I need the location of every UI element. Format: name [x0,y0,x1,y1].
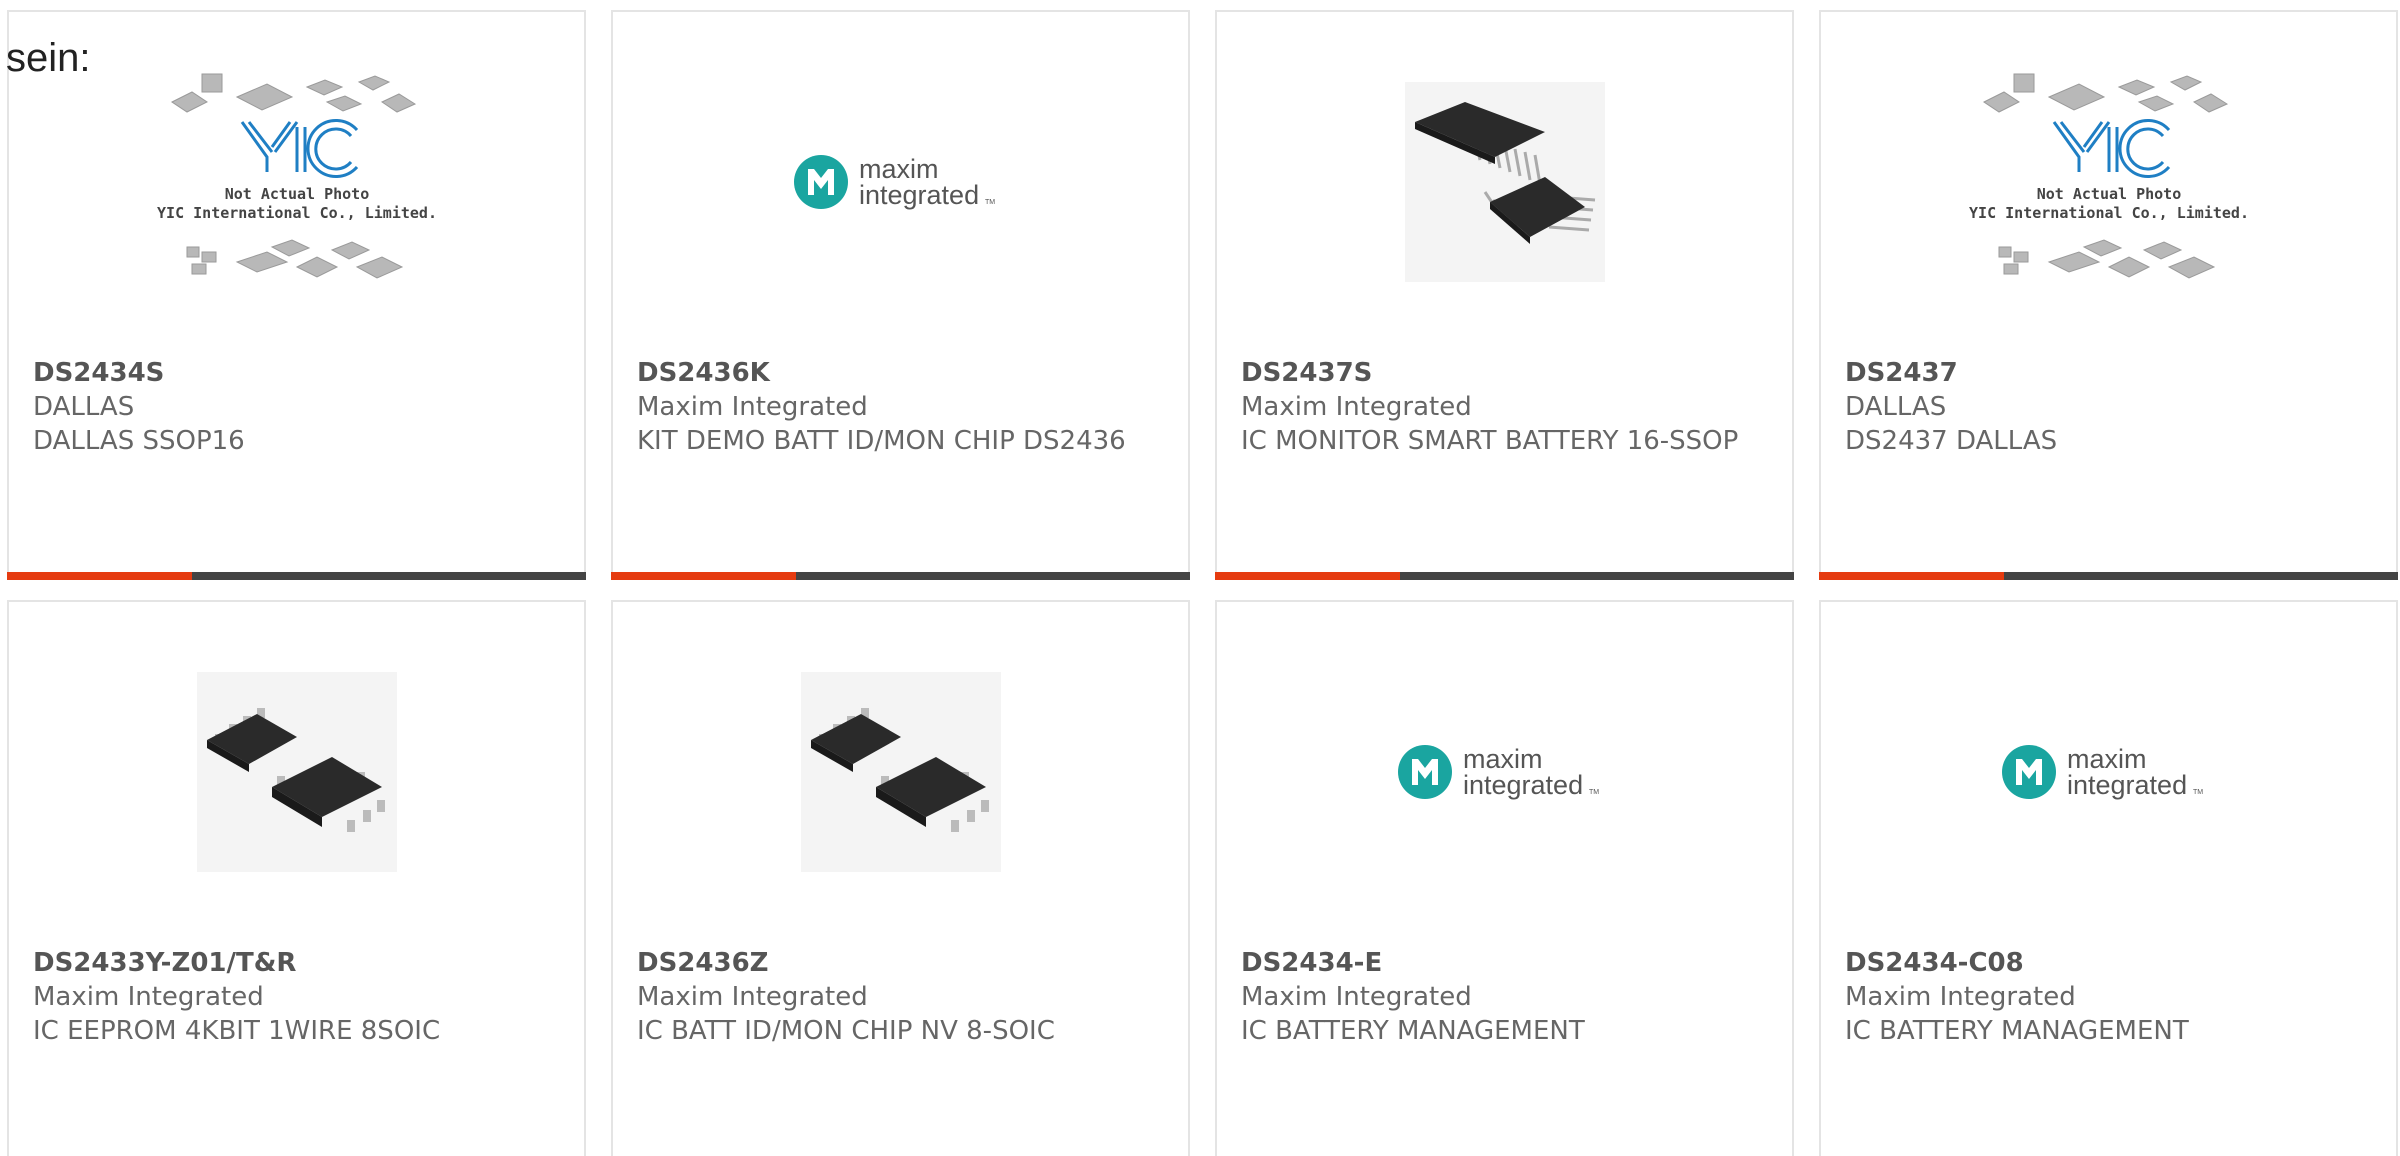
yic-placeholder-icon: Not Actual Photo YIC International Co., … [1969,73,2249,279]
part-number[interactable]: DS2434-C08 [1845,946,2376,980]
product-card[interactable]: DS2433Y-Z01/T&R Maxim Integrated IC EEPR… [7,600,586,1156]
product-image [9,602,584,942]
product-image: Not Actual Photo YIC International Co., … [1821,12,2396,352]
part-number[interactable]: DS2436K [637,356,1168,390]
yic-placeholder-icon: Not Actual Photo YIC International Co., … [157,73,437,279]
part-number[interactable]: DS2433Y-Z01/T&R [33,946,564,980]
part-number[interactable]: DS2434-E [1241,946,1772,980]
product-image: maxim integrated TM [1821,602,2396,942]
product-card[interactable]: maxim integrated TM DS2434-E Maxim Integ… [1215,600,1794,1156]
description: IC MONITOR SMART BATTERY 16-SSOP [1241,426,1739,456]
lead-text: sein: [6,36,91,80]
progress-fill [7,572,193,580]
manufacturer: Maxim Integrated [1241,392,1472,422]
progress-fill [1819,572,2005,580]
part-number[interactable]: DS2437 [1845,356,2376,390]
soic8-chip-icon [800,672,1001,872]
description: IC BATTERY MANAGEMENT [1845,1016,2189,1046]
soic8-chip-icon [196,672,397,872]
description: IC BATT ID/MON CHIP NV 8-SOIC [637,1016,1055,1046]
svg-text:integrated: integrated [859,180,979,210]
manufacturer: Maxim Integrated [33,982,264,1012]
progress-bar [7,572,586,580]
manufacturer: Maxim Integrated [637,392,868,422]
part-number[interactable]: DS2434S [33,356,564,390]
description: DALLAS SSOP16 [33,426,245,456]
maxim-logo-icon: maxim integrated TM [793,154,995,210]
part-number[interactable]: DS2436Z [637,946,1168,980]
progress-fill [1215,572,1401,580]
progress-bar [611,572,1190,580]
svg-text:integrated: integrated [2067,770,2187,800]
description: DS2437 DALLAS [1845,426,2058,456]
ssop-chip-icon [1404,82,1605,282]
product-card[interactable]: maxim integrated TM DS2434-C08 Maxim Int… [1819,600,2398,1156]
svg-text:TM: TM [1589,789,1599,796]
product-card[interactable]: DS2437S Maxim Integrated IC MONITOR SMAR… [1215,10,1794,580]
svg-text:YIC International Co., Limited: YIC International Co., Limited. [157,204,437,222]
maxim-logo-icon: maxim integrated TM [2001,744,2203,800]
product-card[interactable]: DS2436Z Maxim Integrated IC BATT ID/MON … [611,600,1190,1156]
product-image: maxim integrated TM [1217,602,1792,942]
manufacturer: Maxim Integrated [637,982,868,1012]
manufacturer: Maxim Integrated [1845,982,2076,1012]
product-image [1217,12,1792,352]
manufacturer: DALLAS [1845,392,1947,422]
product-image: Not Actual Photo YIC International Co., … [9,12,584,352]
progress-fill [611,572,797,580]
product-card[interactable]: maxim integrated TM DS2436K Maxim Integr… [611,10,1190,580]
part-number[interactable]: DS2437S [1241,356,1772,390]
maxim-logo-icon: maxim integrated TM [1397,744,1599,800]
description: KIT DEMO BATT ID/MON CHIP DS2436 [637,426,1126,456]
product-image: maxim integrated TM [613,12,1188,352]
svg-text:YIC International Co., Limited: YIC International Co., Limited. [1969,204,2249,222]
description: IC BATTERY MANAGEMENT [1241,1016,1585,1046]
product-image [613,602,1188,942]
progress-bar [1819,572,2398,580]
product-grid: Not Actual Photo YIC International Co., … [7,10,2400,1156]
manufacturer: DALLAS [33,392,135,422]
manufacturer: Maxim Integrated [1241,982,1472,1012]
progress-bar [1215,572,1794,580]
product-card[interactable]: Not Actual Photo YIC International Co., … [1819,10,2398,580]
svg-text:TM: TM [985,199,995,206]
svg-text:Not Actual Photo: Not Actual Photo [2036,185,2181,203]
svg-text:integrated: integrated [1463,770,1583,800]
product-card[interactable]: Not Actual Photo YIC International Co., … [7,10,586,580]
description: IC EEPROM 4KBIT 1WIRE 8SOIC [33,1016,441,1046]
svg-text:Not Actual Photo: Not Actual Photo [224,185,369,203]
svg-text:TM: TM [2193,789,2203,796]
